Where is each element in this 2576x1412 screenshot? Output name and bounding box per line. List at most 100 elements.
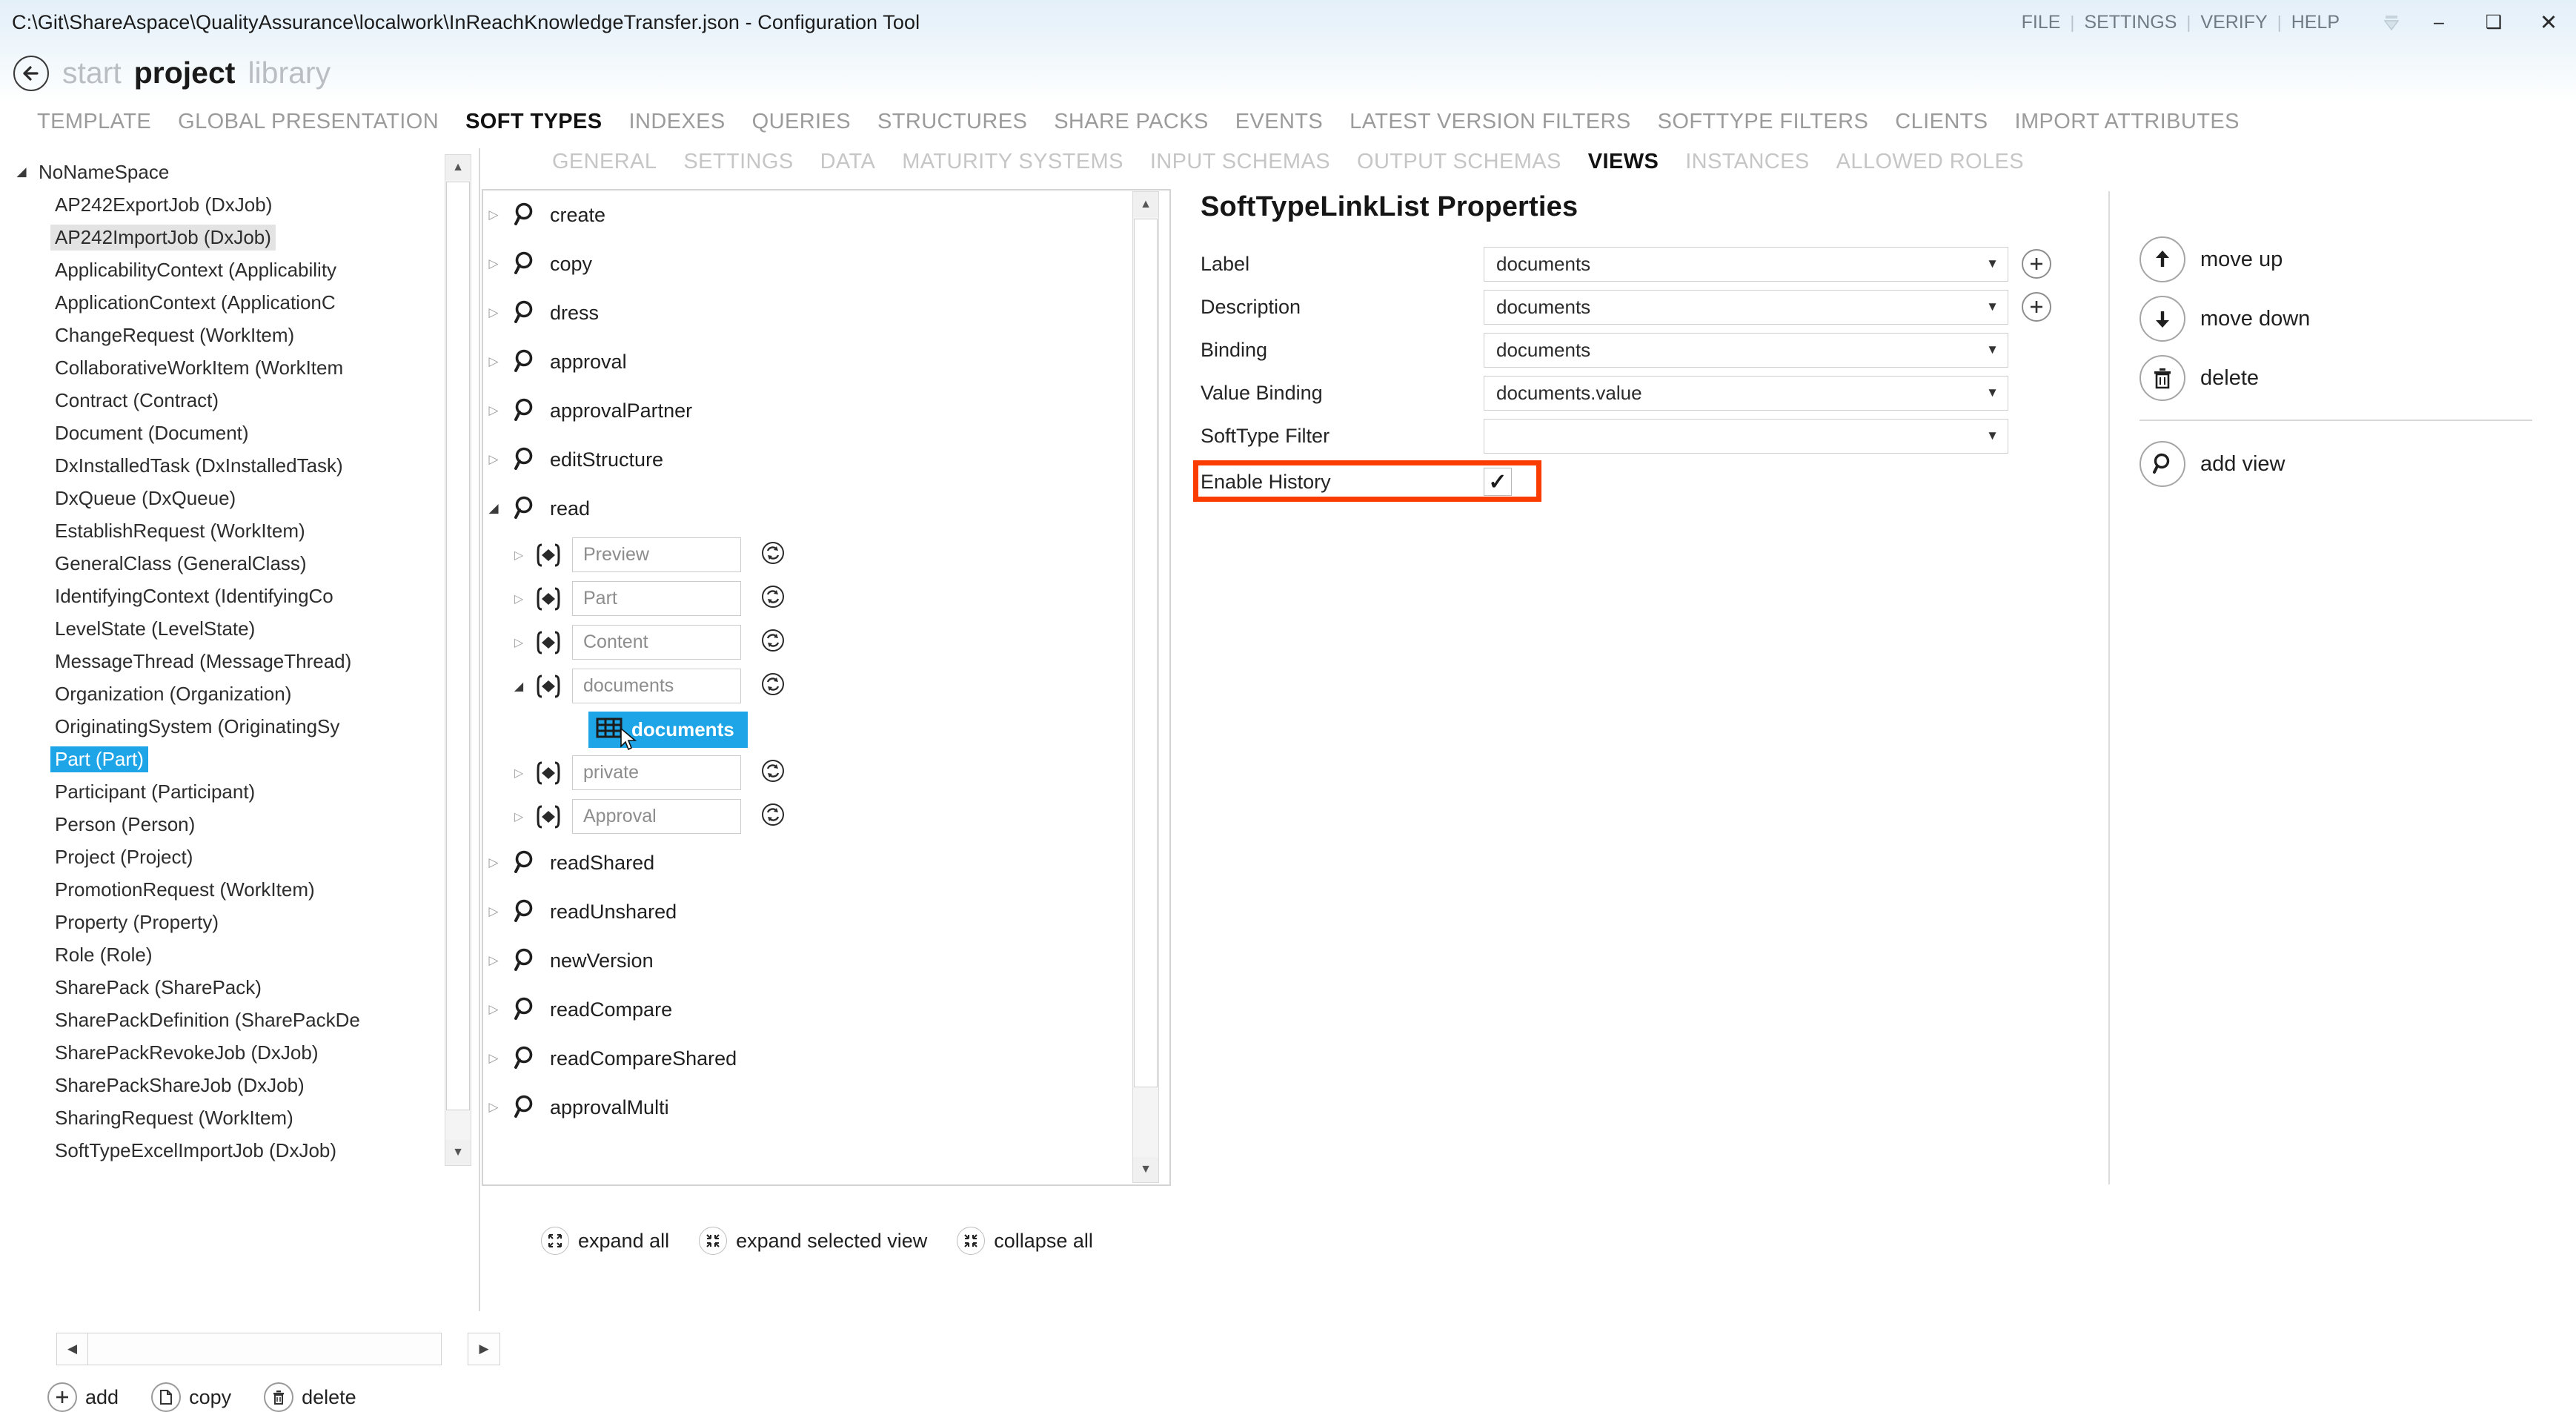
view-leaf-content[interactable]: ▷ Content [483, 620, 1132, 664]
list-item[interactable]: Document (Document) [4, 417, 474, 449]
list-item[interactable]: LevelState (LevelState) [4, 612, 474, 645]
list-item[interactable]: GeneralClass (GeneralClass) [4, 547, 474, 580]
expand-all-button[interactable]: expand all [541, 1227, 669, 1255]
chevron-right-icon[interactable]: ▷ [508, 635, 529, 650]
list-item[interactable]: ChangeRequest (WorkItem) [4, 319, 474, 351]
view-leaf-private[interactable]: ▷ private [483, 751, 1132, 795]
view-leaf-name-field[interactable]: Part [572, 581, 741, 616]
close-button[interactable]: ✕ [2521, 0, 2576, 44]
view-node-create[interactable]: ▷ create [483, 190, 1132, 239]
scroll-down-arrow-icon[interactable]: ▼ [1133, 1157, 1158, 1182]
add-view-button[interactable]: add view [2140, 434, 2568, 494]
scroll-up-arrow-icon[interactable]: ▲ [445, 155, 471, 180]
view-node-readunshared[interactable]: ▷ readUnshared [483, 887, 1132, 936]
chevron-right-icon[interactable]: ▷ [483, 904, 504, 919]
list-item[interactable]: SharingRequest (WorkItem) [4, 1101, 474, 1134]
list-item[interactable]: SharePackDefinition (SharePackDe [4, 1004, 474, 1036]
chevron-right-icon[interactable]: ▷ [483, 208, 504, 222]
list-item[interactable]: Property (Property) [4, 906, 474, 938]
description-combobox[interactable]: documents ▼ [1484, 290, 2008, 325]
chevron-right-icon[interactable]: ▷ [483, 855, 504, 870]
scrollbar-thumb[interactable] [446, 182, 470, 1110]
softtype-tree[interactable]: ◢ NoNameSpace AP242ExportJob (DxJob) AP2… [4, 156, 474, 1164]
tab-soft-types[interactable]: SOFT TYPES [465, 110, 602, 134]
label-combobox[interactable]: documents ▼ [1484, 247, 2008, 282]
binding-combobox[interactable]: documents ▼ [1484, 333, 2008, 368]
chevron-open-icon[interactable]: ◢ [508, 679, 529, 694]
list-item[interactable]: ApplicabilityContext (Applicability [4, 253, 474, 286]
tab-share-packs[interactable]: SHARE PACKS [1054, 110, 1209, 134]
list-item[interactable]: OriginatingSystem (OriginatingSy [4, 710, 474, 743]
chevron-down-icon[interactable]: ▼ [1986, 428, 1999, 443]
delete-view-button[interactable]: delete [2140, 348, 2568, 408]
maximize-button[interactable]: ❑ [2466, 0, 2521, 44]
copy-button[interactable]: copy [151, 1382, 231, 1412]
tab-softtype-filters[interactable]: SOFTTYPE FILTERS [1658, 110, 1869, 134]
list-item[interactable]: SharePackShareJob (DxJob) [4, 1069, 474, 1101]
refresh-icon[interactable] [760, 540, 786, 569]
menu-item-verify[interactable]: VERIFY [2191, 12, 2277, 33]
list-item[interactable]: ApplicationContext (ApplicationC [4, 286, 474, 319]
breadcrumb-item-start[interactable]: start [62, 56, 122, 90]
view-node-dress[interactable]: ▷ dress [483, 288, 1132, 337]
add-label-button[interactable] [2022, 249, 2051, 279]
chevron-open-icon[interactable]: ◢ [483, 501, 504, 516]
chevron-right-icon[interactable]: ▷ [483, 305, 504, 320]
chevron-right-icon[interactable]: ▷ [483, 1051, 504, 1066]
tab-import-attributes[interactable]: IMPORT ATTRIBUTES [2015, 110, 2240, 134]
tab-data[interactable]: DATA [820, 150, 876, 174]
tab-global-presentation[interactable]: GLOBAL PRESENTATION [178, 110, 439, 134]
list-item[interactable]: PromotionRequest (WorkItem) [4, 873, 474, 906]
softtype-tree-hscrollbar[interactable]: ◀ ▶ [56, 1333, 442, 1365]
tab-queries[interactable]: QUERIES [752, 110, 851, 134]
view-node-approval[interactable]: ▷ approval [483, 337, 1132, 386]
scrollbar-thumb[interactable] [1134, 219, 1158, 1087]
view-node-approvalpartner[interactable]: ▷ approvalPartner [483, 386, 1132, 435]
view-leaf-approval[interactable]: ▷ Approval [483, 795, 1132, 838]
softtype-tree-vscrollbar[interactable]: ▲ ▼ [445, 154, 471, 1166]
tab-structures[interactable]: STRUCTURES [877, 110, 1027, 134]
list-item[interactable]: Participant (Participant) [4, 775, 474, 808]
list-item[interactable]: Role (Role) [4, 938, 474, 971]
minimize-button[interactable]: – [2411, 0, 2466, 44]
tab-instances[interactable]: INSTANCES [1685, 150, 1809, 174]
move-up-button[interactable]: move up [2140, 230, 2568, 289]
menu-item-file[interactable]: FILE [2012, 12, 2071, 33]
chevron-right-icon[interactable]: ▷ [483, 1100, 504, 1115]
softtype-filter-combobox[interactable]: ▼ [1484, 419, 2008, 454]
chevron-right-icon[interactable]: ▷ [483, 256, 504, 271]
view-node-readcompare[interactable]: ▷ readCompare [483, 985, 1132, 1034]
view-node-read[interactable]: ◢ read [483, 484, 1132, 533]
chevron-right-icon[interactable]: ▷ [483, 452, 504, 467]
list-item[interactable]: SharePackRevokeJob (DxJob) [4, 1036, 474, 1069]
tab-input-schemas[interactable]: INPUT SCHEMAS [1150, 150, 1330, 174]
view-node-newversion[interactable]: ▷ newVersion [483, 936, 1132, 985]
tab-latest-version-filters[interactable]: LATEST VERSION FILTERS [1350, 110, 1630, 134]
view-leaf-name-field[interactable]: documents [572, 669, 741, 703]
view-node-readcompareshared[interactable]: ▷ readCompareShared [483, 1034, 1132, 1083]
view-node-copy[interactable]: ▷ copy [483, 239, 1132, 288]
enable-history-checkbox[interactable]: ✓ [1484, 468, 1512, 496]
list-item[interactable]: DxQueue (DxQueue) [4, 482, 474, 514]
tab-indexes[interactable]: INDEXES [629, 110, 726, 134]
list-item[interactable]: MessageThread (MessageThread) [4, 645, 474, 677]
tab-output-schemas[interactable]: OUTPUT SCHEMAS [1357, 150, 1561, 174]
views-tree-panel[interactable]: ▷ create ▷ copy ▷ dress ▷ approva [482, 189, 1171, 1186]
chevron-open-icon[interactable]: ◢ [12, 165, 31, 179]
tab-allowed-roles[interactable]: ALLOWED ROLES [1836, 150, 2024, 174]
list-item[interactable]: IdentifyingContext (IdentifyingCo [4, 580, 474, 612]
list-item[interactable]: EstablishRequest (WorkItem) [4, 514, 474, 547]
view-leaf-part[interactable]: ▷ Part [483, 577, 1132, 620]
scroll-right-arrow-icon[interactable]: ▶ [468, 1333, 500, 1365]
menu-item-help[interactable]: HELP [2282, 12, 2349, 33]
tree-root-nonamespace[interactable]: ◢ NoNameSpace [4, 156, 474, 188]
list-item[interactable]: DxInstalledTask (DxInstalledTask) [4, 449, 474, 482]
view-node-editstructure[interactable]: ▷ editStructure [483, 435, 1132, 484]
list-item[interactable]: SharePack (SharePack) [4, 971, 474, 1004]
view-leaf-name-field[interactable]: private [572, 755, 741, 790]
view-node-readshared[interactable]: ▷ readShared [483, 838, 1132, 887]
refresh-icon[interactable] [760, 584, 786, 613]
move-down-button[interactable]: move down [2140, 289, 2568, 348]
tab-events[interactable]: EVENTS [1235, 110, 1323, 134]
menu-item-settings[interactable]: SETTINGS [2074, 12, 2186, 33]
